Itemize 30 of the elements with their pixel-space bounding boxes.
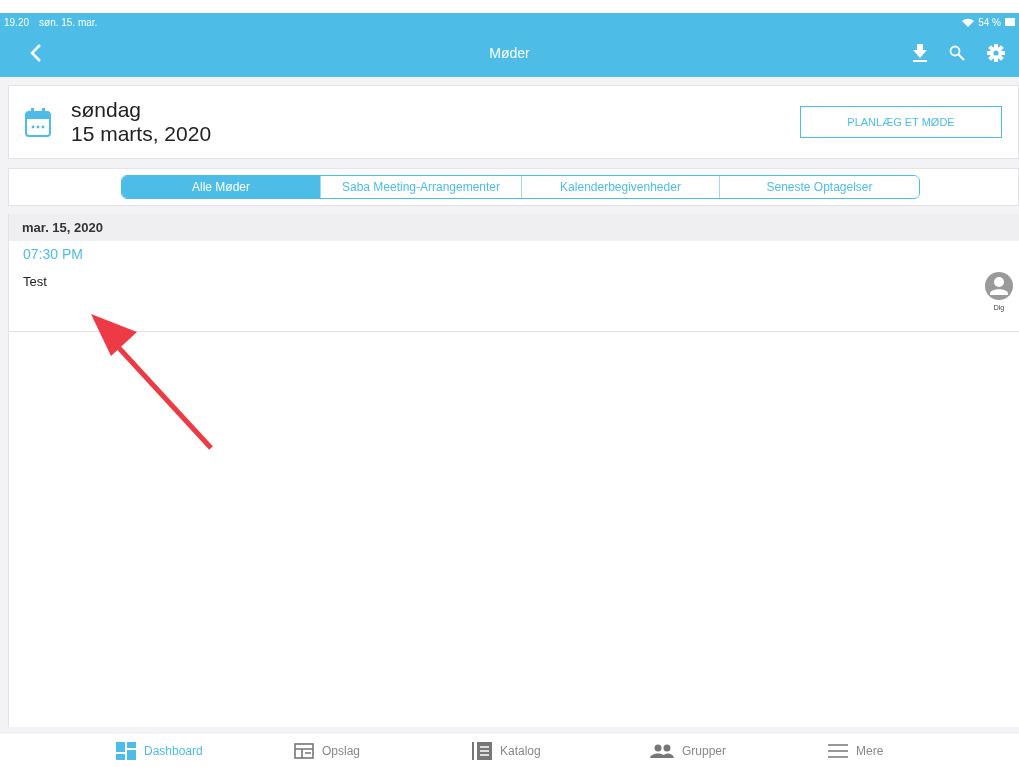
people-icon — [650, 743, 674, 758]
section-date-header: mar. 15, 2020 — [9, 214, 1019, 241]
meeting-title: Test — [23, 274, 48, 289]
battery-percent: 54 % — [978, 16, 1001, 28]
status-date: søn. 15. mar. — [39, 16, 98, 28]
schedule-meeting-button[interactable]: PLANLÆG ET MØDE — [800, 106, 1002, 138]
back-icon[interactable] — [30, 43, 42, 63]
weekday: søndag — [71, 98, 143, 122]
meeting-time: 07:30 PM — [23, 246, 84, 262]
menu-icon — [828, 743, 848, 758]
segment-tab[interactable]: Alle Møder — [122, 176, 320, 198]
battery-icon — [1005, 18, 1015, 26]
board-icon — [294, 742, 314, 759]
bottom-tab[interactable]: Dashboard — [116, 734, 294, 767]
bottom-tab[interactable]: Grupper — [650, 734, 828, 767]
bottom-tab[interactable]: Katalog — [472, 734, 650, 767]
status-time: 19.20 — [4, 16, 30, 28]
bottom-tab[interactable]: Opslag — [294, 734, 472, 767]
wifi-icon — [962, 17, 975, 27]
segment-tab[interactable]: Seneste Optagelser — [719, 176, 919, 198]
full-date: 15 marts, 2020 — [71, 122, 212, 146]
nav-title: Møder — [488, 45, 531, 61]
settings-icon[interactable] — [987, 44, 1005, 62]
catalog-icon — [472, 741, 492, 760]
bottom-tab[interactable]: Mere — [828, 734, 1006, 767]
calendar-icon — [25, 107, 51, 137]
search-icon[interactable] — [949, 45, 965, 61]
dashboard-icon — [116, 741, 136, 760]
download-icon[interactable] — [913, 44, 927, 62]
avatar-icon — [985, 272, 1013, 300]
